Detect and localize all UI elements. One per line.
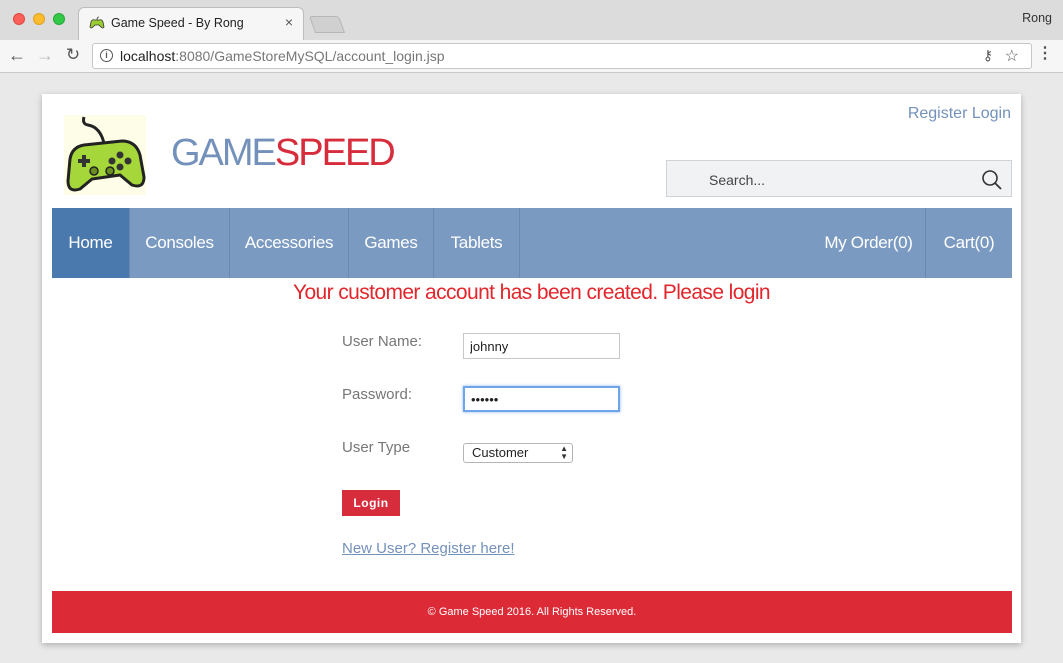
nav-tablets[interactable]: Tablets <box>434 208 520 278</box>
register-link[interactable]: Register <box>908 105 968 122</box>
main-nav: Home Consoles Accessories Games Tablets … <box>52 208 1012 278</box>
search-input[interactable] <box>667 161 1011 198</box>
close-tab-icon[interactable]: × <box>281 14 297 30</box>
gamepad-logo-icon <box>64 115 146 195</box>
reload-icon[interactable]: ↻ <box>63 45 83 65</box>
search-box <box>666 160 1012 198</box>
browser-toolbar: ← → ↻ i localhost:8080/GameStoreMySQL/ac… <box>0 40 1063 73</box>
search-icon[interactable] <box>981 169 1003 191</box>
nav-games[interactable]: Games <box>349 208 434 278</box>
account-links: Register Login <box>908 105 1011 123</box>
page-viewport: GAMESPEED Register Login Home Consoles A… <box>0 73 1063 663</box>
bookmark-star-icon[interactable]: ☆ <box>1005 46 1019 66</box>
browser-menu-icon[interactable]: ⋮ <box>1037 45 1053 63</box>
forward-arrow-icon[interactable]: → <box>35 45 55 65</box>
usertype-label: User Type <box>342 439 411 456</box>
nav-home[interactable]: Home <box>52 208 130 278</box>
profile-name[interactable]: Rong <box>1022 11 1052 25</box>
footer: © Game Speed 2016. All Rights Reserved. <box>52 591 1012 633</box>
browser-tab[interactable]: Game Speed - By Rong × <box>78 7 304 41</box>
new-user-register-link[interactable]: New User? Register here! <box>342 540 515 557</box>
password-label: Password: <box>342 386 413 403</box>
usertype-selected-value: Customer <box>472 445 529 460</box>
nav-cart[interactable]: Cart(0) <box>926 208 1012 278</box>
maximize-window-button[interactable] <box>53 13 65 25</box>
login-button[interactable]: Login <box>342 490 400 516</box>
brand-speed: SPEED <box>274 132 396 174</box>
username-field[interactable] <box>463 333 620 359</box>
page-container: GAMESPEED Register Login Home Consoles A… <box>42 94 1021 643</box>
nav-my-order[interactable]: My Order(0) <box>812 208 926 278</box>
info-icon[interactable]: i <box>100 49 113 62</box>
success-message: Your customer account has been created. … <box>292 281 771 304</box>
gamepad-icon <box>89 16 105 29</box>
brand-logo-text[interactable]: GAMESPEED <box>171 132 396 175</box>
login-link[interactable]: Login <box>972 105 1011 122</box>
usertype-select[interactable]: Customer ▲ ▼ <box>463 443 573 463</box>
address-bar[interactable]: i localhost:8080/GameStoreMySQL/account_… <box>92 43 1032 69</box>
password-field[interactable] <box>463 386 620 412</box>
key-icon[interactable]: ⚷ <box>983 47 993 64</box>
minimize-window-button[interactable] <box>33 13 45 25</box>
back-arrow-icon[interactable]: ← <box>7 45 27 65</box>
url-text[interactable]: localhost:8080/GameStoreMySQL/account_lo… <box>120 48 445 64</box>
new-tab-button[interactable] <box>308 16 346 33</box>
nav-consoles[interactable]: Consoles <box>130 208 230 278</box>
brand-game: GAME <box>171 132 277 174</box>
tab-title: Game Speed - By Rong <box>111 16 244 30</box>
close-window-button[interactable] <box>13 13 25 25</box>
browser-titlebar: Game Speed - By Rong × Rong <box>0 0 1063 41</box>
nav-accessories[interactable]: Accessories <box>230 208 349 278</box>
select-arrows-icon: ▲ ▼ <box>560 444 568 461</box>
username-label: User Name: <box>342 333 423 350</box>
